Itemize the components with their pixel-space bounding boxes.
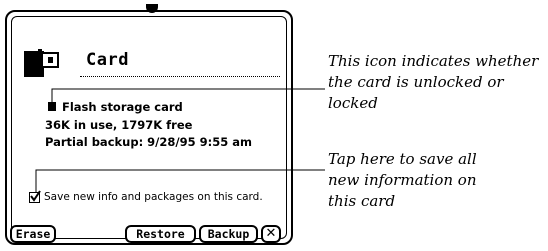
callout-line: this card <box>328 192 396 210</box>
save-checkbox-callout: Tap here to save all new information on … <box>328 149 543 212</box>
callout-line: locked <box>328 94 378 112</box>
callout-leader-lines <box>35 88 325 193</box>
screen: Card Flash storage card 36K in use, 1797… <box>0 0 548 251</box>
callout-line: Tap here to save all <box>328 150 477 168</box>
callout-line: the card is unlocked or <box>328 73 504 91</box>
lock-icon-callout: This icon indicates whether the card is … <box>328 51 543 114</box>
callout-line: new information on <box>328 171 477 189</box>
callout-line: This icon indicates whether <box>328 52 539 70</box>
